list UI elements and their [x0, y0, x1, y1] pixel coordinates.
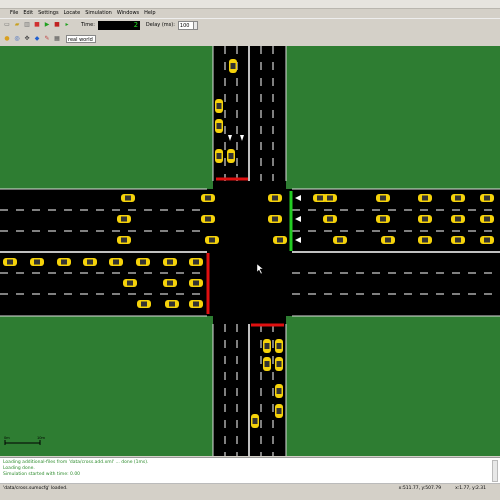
- vehicle-window: [272, 216, 278, 222]
- junction: [207, 189, 292, 316]
- menu-settings[interactable]: Settings: [38, 10, 59, 16]
- color-scheme-select[interactable]: real world: [66, 34, 96, 43]
- delay-spinner[interactable]: [193, 20, 198, 30]
- vehicle-window: [380, 195, 386, 201]
- status-message: 'data/cross.sumocfg' loaded.: [3, 485, 68, 491]
- vehicle-window: [455, 237, 461, 243]
- close-icon[interactable]: ■: [33, 21, 41, 29]
- vehicle-window: [169, 301, 175, 307]
- simulation-canvas[interactable]: 0m 10m: [0, 46, 500, 456]
- reload-icon[interactable]: ▥: [23, 21, 31, 29]
- vehicle-window: [209, 237, 215, 243]
- vehicle-window: [167, 259, 173, 265]
- vehicle-window: [337, 237, 343, 243]
- menu-file[interactable]: File: [10, 10, 18, 16]
- vehicle-window: [422, 237, 428, 243]
- vehicle-window: [276, 408, 282, 414]
- vehicle-window: [216, 123, 222, 129]
- network-view: 0m 10m: [0, 46, 500, 456]
- vehicle-window: [7, 259, 13, 265]
- new-file-icon[interactable]: ▭: [3, 21, 11, 29]
- vehicle-window: [484, 195, 490, 201]
- menu-locate[interactable]: Locate: [64, 10, 81, 16]
- vehicle-window: [167, 280, 173, 286]
- vehicle-window: [276, 388, 282, 394]
- vehicle-window: [193, 259, 199, 265]
- vehicle-window: [141, 301, 147, 307]
- lock-icon[interactable]: ●: [3, 35, 11, 43]
- vehicle-window: [216, 153, 222, 159]
- vehicle-window: [455, 216, 461, 222]
- vehicle-window: [61, 259, 67, 265]
- sumo-gui-window: File Edit Settings Locate Simulation Win…: [0, 0, 500, 500]
- vehicle-window: [193, 301, 199, 307]
- vehicle-window: [216, 103, 222, 109]
- vehicle-window: [252, 418, 258, 424]
- vehicle-window: [327, 216, 333, 222]
- status-geo-coordinates: x:1.77, y:2.31: [455, 485, 486, 491]
- status-coordinates: x:511.77, y:507.79: [398, 485, 442, 491]
- menu-simulation[interactable]: Simulation: [85, 10, 112, 16]
- vehicle-window: [272, 195, 278, 201]
- vehicle-window: [455, 195, 461, 201]
- delay-label: Delay (ms):: [145, 22, 175, 28]
- settings-icon[interactable]: ◆: [33, 35, 41, 43]
- vehicle-window: [276, 343, 282, 349]
- grid-icon[interactable]: ▦: [53, 35, 61, 43]
- stop-icon[interactable]: ■: [53, 21, 61, 29]
- vehicle-window: [484, 216, 490, 222]
- vehicle-window: [264, 361, 270, 367]
- zoom-icon[interactable]: ◎: [13, 35, 21, 43]
- status-bar: 'data/cross.sumocfg' loaded. x:511.77, y…: [0, 483, 500, 492]
- time-label: Time:: [81, 22, 95, 28]
- vehicle-window: [327, 195, 333, 201]
- menu-bar: File Edit Settings Locate Simulation Win…: [0, 8, 500, 18]
- window-bottom-edge: [0, 492, 500, 500]
- vehicle-window: [121, 216, 127, 222]
- delay-input[interactable]: 100: [177, 20, 194, 30]
- scale-start-label: 0m: [4, 435, 10, 440]
- time-display: 2: [97, 20, 140, 30]
- vehicle-window: [113, 259, 119, 265]
- log-scrollbar[interactable]: [492, 460, 498, 482]
- vehicle-window: [127, 280, 133, 286]
- locate-icon[interactable]: ✥: [23, 35, 31, 43]
- vehicle-window: [385, 237, 391, 243]
- vehicle-window: [422, 216, 428, 222]
- vehicle-window: [205, 195, 211, 201]
- vehicle-window: [317, 195, 323, 201]
- vehicle-window: [230, 63, 236, 69]
- vehicle-window: [276, 361, 282, 367]
- menu-edit[interactable]: Edit: [23, 10, 33, 16]
- vehicle-window: [140, 259, 146, 265]
- vehicle-window: [422, 195, 428, 201]
- vehicle-window: [193, 280, 199, 286]
- menu-windows[interactable]: Windows: [117, 10, 139, 16]
- play-icon[interactable]: ▶: [43, 21, 51, 29]
- vehicle-window: [121, 237, 127, 243]
- color-icon[interactable]: ✎: [43, 35, 51, 43]
- vehicle-window: [228, 153, 234, 159]
- vehicle-window: [205, 216, 211, 222]
- menu-help[interactable]: Help: [144, 10, 155, 16]
- vehicle-window: [125, 195, 131, 201]
- vehicle-window: [264, 343, 270, 349]
- vehicle-window: [380, 216, 386, 222]
- message-log: Loading additional-files from 'data/cros…: [0, 457, 500, 483]
- scale-end-label: 10m: [37, 435, 45, 440]
- vehicle-window: [277, 237, 283, 243]
- step-icon[interactable]: ▸: [63, 21, 71, 29]
- log-line: Simulation started with time: 0.00: [3, 472, 81, 477]
- vehicle-window: [484, 237, 490, 243]
- view-toolbar: ● ◎ ✥ ◆ ✎ ▦ real world: [0, 32, 500, 45]
- simulation-toolbar: ▭ ▰ ▥ ■ ▶ ■ ▸ Time: 2 Delay (ms): 100: [0, 18, 500, 31]
- vehicle-window: [34, 259, 40, 265]
- open-folder-icon[interactable]: ▰: [13, 21, 21, 29]
- vehicle-window: [87, 259, 93, 265]
